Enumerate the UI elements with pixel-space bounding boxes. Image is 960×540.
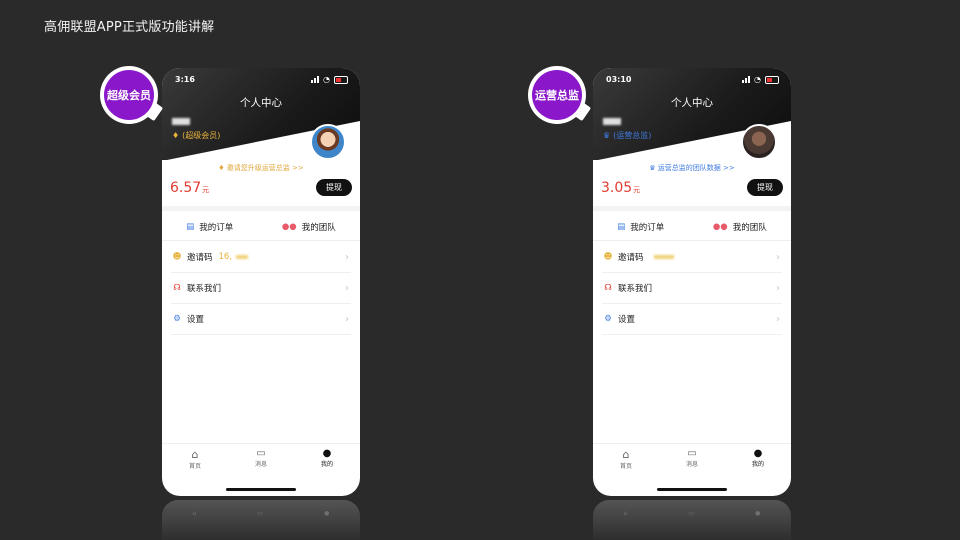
badge-label: 运营总监 bbox=[532, 70, 582, 120]
signal-icon bbox=[742, 76, 751, 83]
team-icon: ●● bbox=[712, 222, 728, 232]
avatar[interactable] bbox=[310, 124, 346, 160]
headset-icon: ☊ bbox=[173, 283, 181, 293]
menu-list: ☻ 邀请码 › ☊ 联系我们 › ⚙ 设置 › bbox=[593, 242, 791, 335]
divider bbox=[162, 206, 360, 211]
message-icon: ▭ bbox=[688, 510, 695, 517]
role-label: ♦ (超级会员) bbox=[172, 131, 221, 140]
wifi-icon: ◔ bbox=[754, 75, 761, 84]
divider bbox=[593, 206, 791, 211]
contact-us-row[interactable]: ☊ 联系我们 › bbox=[171, 273, 351, 304]
gear-icon: ⚙ bbox=[604, 314, 612, 324]
bottom-nav: ⌂ 首页 ▭ 消息 ● 我的 bbox=[162, 443, 360, 478]
profile-icon: ● bbox=[324, 510, 330, 517]
signal-icon bbox=[311, 76, 320, 83]
balance-amount: 3.05元 bbox=[601, 179, 641, 196]
status-bar: 03:10 ◔ bbox=[606, 75, 779, 84]
home-icon: ⌂ bbox=[622, 448, 630, 461]
orders-icon: ▤ bbox=[617, 222, 626, 232]
my-team-button[interactable]: ●● 我的团队 bbox=[282, 221, 336, 233]
chevron-right-icon: › bbox=[345, 282, 349, 294]
menu-list: ☻ 邀请码 16, › ☊ 联系我们 › ⚙ 设置 › bbox=[162, 242, 360, 335]
nav-messages[interactable]: ▭ 消息 bbox=[255, 448, 267, 478]
role-label: ♛ (运营总监) bbox=[603, 131, 652, 140]
phone-reflection: ⌂ ▭ ● bbox=[162, 500, 360, 540]
nav-mine[interactable]: ● 我的 bbox=[752, 448, 764, 478]
balance-amount: 6.57元 bbox=[170, 179, 210, 196]
badge-label: 超级会员 bbox=[104, 70, 154, 120]
phone-super-member: 3:16 ◔ 个人中心 ♦ (超级会员) ♦ 邀请您升级运营总监 >> 6.57… bbox=[162, 68, 360, 496]
chevron-right-icon: › bbox=[776, 251, 780, 263]
member-level-badge: 运营总监 bbox=[528, 66, 586, 124]
message-icon: ▭ bbox=[256, 448, 266, 459]
chevron-right-icon: › bbox=[345, 313, 349, 325]
nav-messages[interactable]: ▭ 消息 bbox=[686, 448, 698, 478]
phone-reflection: ⌂ ▭ ● bbox=[593, 500, 791, 540]
home-icon: ⌂ bbox=[191, 448, 199, 461]
username-redacted bbox=[603, 118, 621, 125]
slide-title: 高佣联盟APP正式版功能讲解 bbox=[44, 20, 215, 35]
contact-us-row[interactable]: ☊ 联系我们 › bbox=[602, 273, 782, 304]
status-time: 3:16 bbox=[175, 75, 195, 84]
bottom-nav: ⌂ 首页 ▭ 消息 ● 我的 bbox=[593, 443, 791, 478]
team-icon: ●● bbox=[281, 222, 297, 232]
profile-icon: ● bbox=[322, 448, 332, 459]
profile-icon: ● bbox=[753, 448, 763, 459]
status-bar: 3:16 ◔ bbox=[175, 75, 348, 84]
settings-row[interactable]: ⚙ 设置 › bbox=[171, 304, 351, 335]
page-title: 个人中心 bbox=[671, 97, 713, 109]
chevron-right-icon: › bbox=[776, 282, 780, 294]
diamond-icon: ♦ bbox=[172, 131, 180, 140]
user-icon: ☻ bbox=[603, 252, 613, 262]
home-indicator bbox=[226, 488, 296, 491]
crown-icon: ♛ bbox=[603, 131, 611, 140]
gear-icon: ⚙ bbox=[173, 314, 181, 324]
nav-mine[interactable]: ● 我的 bbox=[321, 448, 333, 478]
avatar[interactable] bbox=[741, 124, 777, 160]
orders-icon: ▤ bbox=[186, 222, 195, 232]
upgrade-promo-link[interactable]: ♦ 邀请您升级运营总监 >> bbox=[162, 163, 360, 173]
message-icon: ▭ bbox=[257, 510, 264, 517]
nav-home[interactable]: ⌂ 首页 bbox=[620, 448, 632, 478]
nav-home[interactable]: ⌂ 首页 bbox=[189, 448, 201, 478]
member-level-badge: 超级会员 bbox=[100, 66, 158, 124]
home-icon: ⌂ bbox=[623, 510, 628, 517]
my-orders-button[interactable]: ▤ 我的订单 bbox=[617, 221, 664, 233]
username-redacted bbox=[172, 118, 190, 125]
crown-icon: ♛ bbox=[649, 164, 658, 172]
home-indicator bbox=[657, 488, 727, 491]
redacted-code bbox=[653, 255, 674, 259]
invite-code-value: 16, bbox=[218, 252, 233, 262]
wifi-icon: ◔ bbox=[323, 75, 330, 84]
battery-icon bbox=[334, 75, 348, 84]
my-orders-button[interactable]: ▤ 我的订单 bbox=[186, 221, 233, 233]
diamond-icon: ♦ bbox=[218, 164, 227, 172]
page-title: 个人中心 bbox=[240, 97, 282, 109]
withdraw-button[interactable]: 提现 bbox=[316, 179, 352, 196]
redacted-code bbox=[236, 255, 249, 259]
withdraw-button[interactable]: 提现 bbox=[747, 179, 783, 196]
my-team-button[interactable]: ●● 我的团队 bbox=[713, 221, 767, 233]
status-time: 03:10 bbox=[606, 75, 632, 84]
message-icon: ▭ bbox=[687, 448, 697, 459]
chevron-right-icon: › bbox=[345, 251, 349, 263]
invite-code-row[interactable]: ☻ 邀请码 16, › bbox=[171, 242, 351, 273]
headset-icon: ☊ bbox=[604, 283, 612, 293]
phone-operations-director: 03:10 ◔ 个人中心 ♛ (运营总监) ♛ 运营总监的团队数据 >> 3.0… bbox=[593, 68, 791, 496]
profile-icon: ● bbox=[755, 510, 761, 517]
chevron-right-icon: › bbox=[776, 313, 780, 325]
user-icon: ☻ bbox=[172, 252, 182, 262]
settings-row[interactable]: ⚙ 设置 › bbox=[602, 304, 782, 335]
invite-code-row[interactable]: ☻ 邀请码 › bbox=[602, 242, 782, 273]
team-data-link[interactable]: ♛ 运营总监的团队数据 >> bbox=[593, 163, 791, 173]
home-icon: ⌂ bbox=[192, 510, 197, 517]
battery-icon bbox=[765, 75, 779, 84]
